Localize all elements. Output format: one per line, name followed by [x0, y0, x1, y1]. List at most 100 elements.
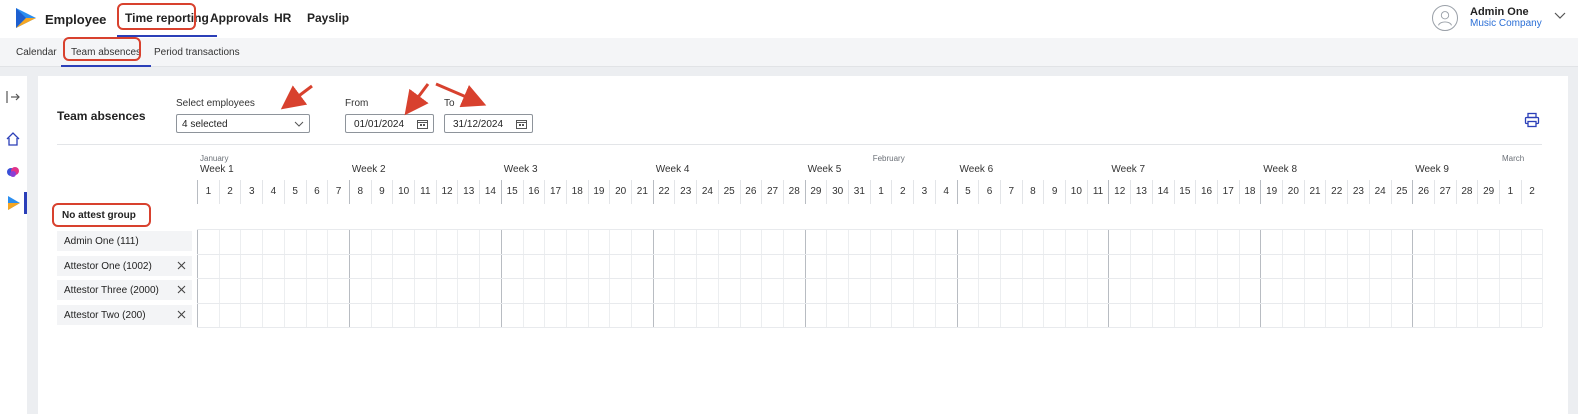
- print-icon[interactable]: [1524, 112, 1540, 128]
- chevron-down-icon[interactable]: [1554, 12, 1566, 20]
- day-cell: 16: [1195, 180, 1217, 204]
- day-cell: 23: [1347, 180, 1369, 204]
- day-cell: 11: [1086, 180, 1109, 204]
- cloud-icon[interactable]: [4, 162, 22, 180]
- day-cell: 27: [1433, 180, 1456, 204]
- day-cell: 2: [218, 180, 241, 204]
- subnav-calendar[interactable]: Calendar: [16, 47, 57, 58]
- day-cell: 2: [1520, 180, 1543, 204]
- day-cell: 4: [262, 180, 284, 204]
- day-cell: 22: [1325, 180, 1347, 204]
- sub-nav: Calendar Team absences Period transactio…: [0, 38, 1578, 67]
- day-cell: 6: [978, 180, 1000, 204]
- day-cell: 3: [240, 180, 262, 204]
- from-date-input[interactable]: 01/01/2024: [345, 114, 434, 133]
- nav-approvals[interactable]: Approvals: [210, 11, 269, 25]
- subnav-period-transactions[interactable]: Period transactions: [154, 47, 240, 58]
- day-cell: 25: [1390, 180, 1413, 204]
- collapse-icon[interactable]: [4, 88, 22, 106]
- day-cell: 25: [717, 180, 740, 204]
- month-label: January: [200, 154, 229, 163]
- avatar-icon[interactable]: [1432, 5, 1458, 31]
- day-cell: 8: [348, 180, 371, 204]
- employee-name: Attestor Three (2000): [64, 285, 159, 296]
- day-cell: 4: [934, 180, 957, 204]
- day-cell: 1: [197, 180, 219, 204]
- day-cell: 2: [891, 180, 913, 204]
- day-cell: 31: [848, 180, 870, 204]
- day-cell: 10: [392, 180, 414, 204]
- grid-row-line: [197, 278, 1542, 279]
- day-cell: 19: [587, 180, 610, 204]
- day-cell: 9: [370, 180, 393, 204]
- subnav-team-absences[interactable]: Team absences: [60, 47, 152, 67]
- day-cell: 21: [1303, 180, 1326, 204]
- day-cell: 6: [305, 180, 328, 204]
- employee-name: Attestor One (1002): [64, 260, 152, 272]
- to-label: To: [444, 98, 455, 109]
- day-cell: 14: [479, 180, 501, 204]
- day-cell: 3: [913, 180, 935, 204]
- close-icon[interactable]: [177, 310, 186, 319]
- app-title: Employee: [45, 12, 107, 27]
- month-label: March: [1502, 154, 1525, 163]
- nav-hr[interactable]: HR: [274, 11, 291, 25]
- calendar-icon[interactable]: [417, 119, 428, 129]
- user-menu[interactable]: Admin One Music Company: [1418, 0, 1578, 38]
- home-icon[interactable]: [4, 130, 22, 148]
- absence-grid[interactable]: [197, 229, 1544, 328]
- day-cell: 30: [826, 180, 848, 204]
- week-label: Week 6: [959, 164, 994, 175]
- employee-name: Attestor Two (200): [64, 309, 146, 321]
- day-cell: 27: [761, 180, 783, 204]
- rail-active-indicator: [24, 192, 27, 214]
- from-label: From: [345, 98, 369, 109]
- week-label: Week 3: [503, 164, 538, 175]
- week-label: Week 7: [1111, 164, 1146, 175]
- day-cell: 18: [565, 180, 588, 204]
- to-date-value: 31/12/2024: [453, 119, 504, 130]
- timeline-top-divider: [57, 144, 1542, 145]
- select-employees-dropdown[interactable]: 4 selected: [176, 114, 310, 133]
- day-cell: 7: [999, 180, 1022, 204]
- group-title: No attest group: [62, 210, 136, 221]
- calendar-icon[interactable]: [516, 119, 527, 129]
- day-cell: 5: [956, 180, 979, 204]
- week-label: Week 2: [351, 164, 386, 175]
- play-icon[interactable]: [4, 194, 22, 212]
- nav-time-reporting[interactable]: Time reporting: [117, 11, 217, 37]
- close-icon[interactable]: [177, 285, 186, 294]
- day-cell: 29: [1477, 180, 1499, 204]
- employee-row: Attestor Three (2000): [57, 280, 192, 300]
- day-cell: 11: [414, 180, 436, 204]
- day-cell: 28: [782, 180, 805, 204]
- employee-row: Admin One (111): [57, 231, 192, 251]
- day-cell: 12: [1108, 180, 1130, 204]
- day-cell: 8: [1021, 180, 1044, 204]
- day-cell: 26: [739, 180, 762, 204]
- day-cell: 15: [500, 180, 523, 204]
- day-cell: 5: [283, 180, 306, 204]
- day-cell: 13: [1130, 180, 1152, 204]
- day-cell: 22: [652, 180, 675, 204]
- left-rail: [0, 76, 27, 414]
- day-cell: 1: [1499, 180, 1521, 204]
- day-cell: 10: [1065, 180, 1087, 204]
- close-icon[interactable]: [177, 261, 186, 270]
- company-name[interactable]: Music Company: [1470, 18, 1542, 29]
- grid-row-line: [197, 229, 1542, 230]
- nav-payslip[interactable]: Payslip: [307, 11, 349, 25]
- chevron-down-icon: [294, 121, 304, 127]
- day-cell: 23: [674, 180, 696, 204]
- day-cell: 13: [457, 180, 479, 204]
- play-logo-icon[interactable]: [14, 7, 38, 29]
- month-label: February: [872, 154, 905, 163]
- week-label: Week 8: [1263, 164, 1298, 175]
- week-label: Week 5: [807, 164, 842, 175]
- user-name: Admin One: [1470, 6, 1529, 18]
- to-date-input[interactable]: 31/12/2024: [444, 114, 533, 133]
- employee-row: Attestor Two (200): [57, 304, 192, 325]
- day-cell: 21: [631, 180, 653, 204]
- day-cell: 1: [869, 180, 892, 204]
- day-cell: 14: [1151, 180, 1174, 204]
